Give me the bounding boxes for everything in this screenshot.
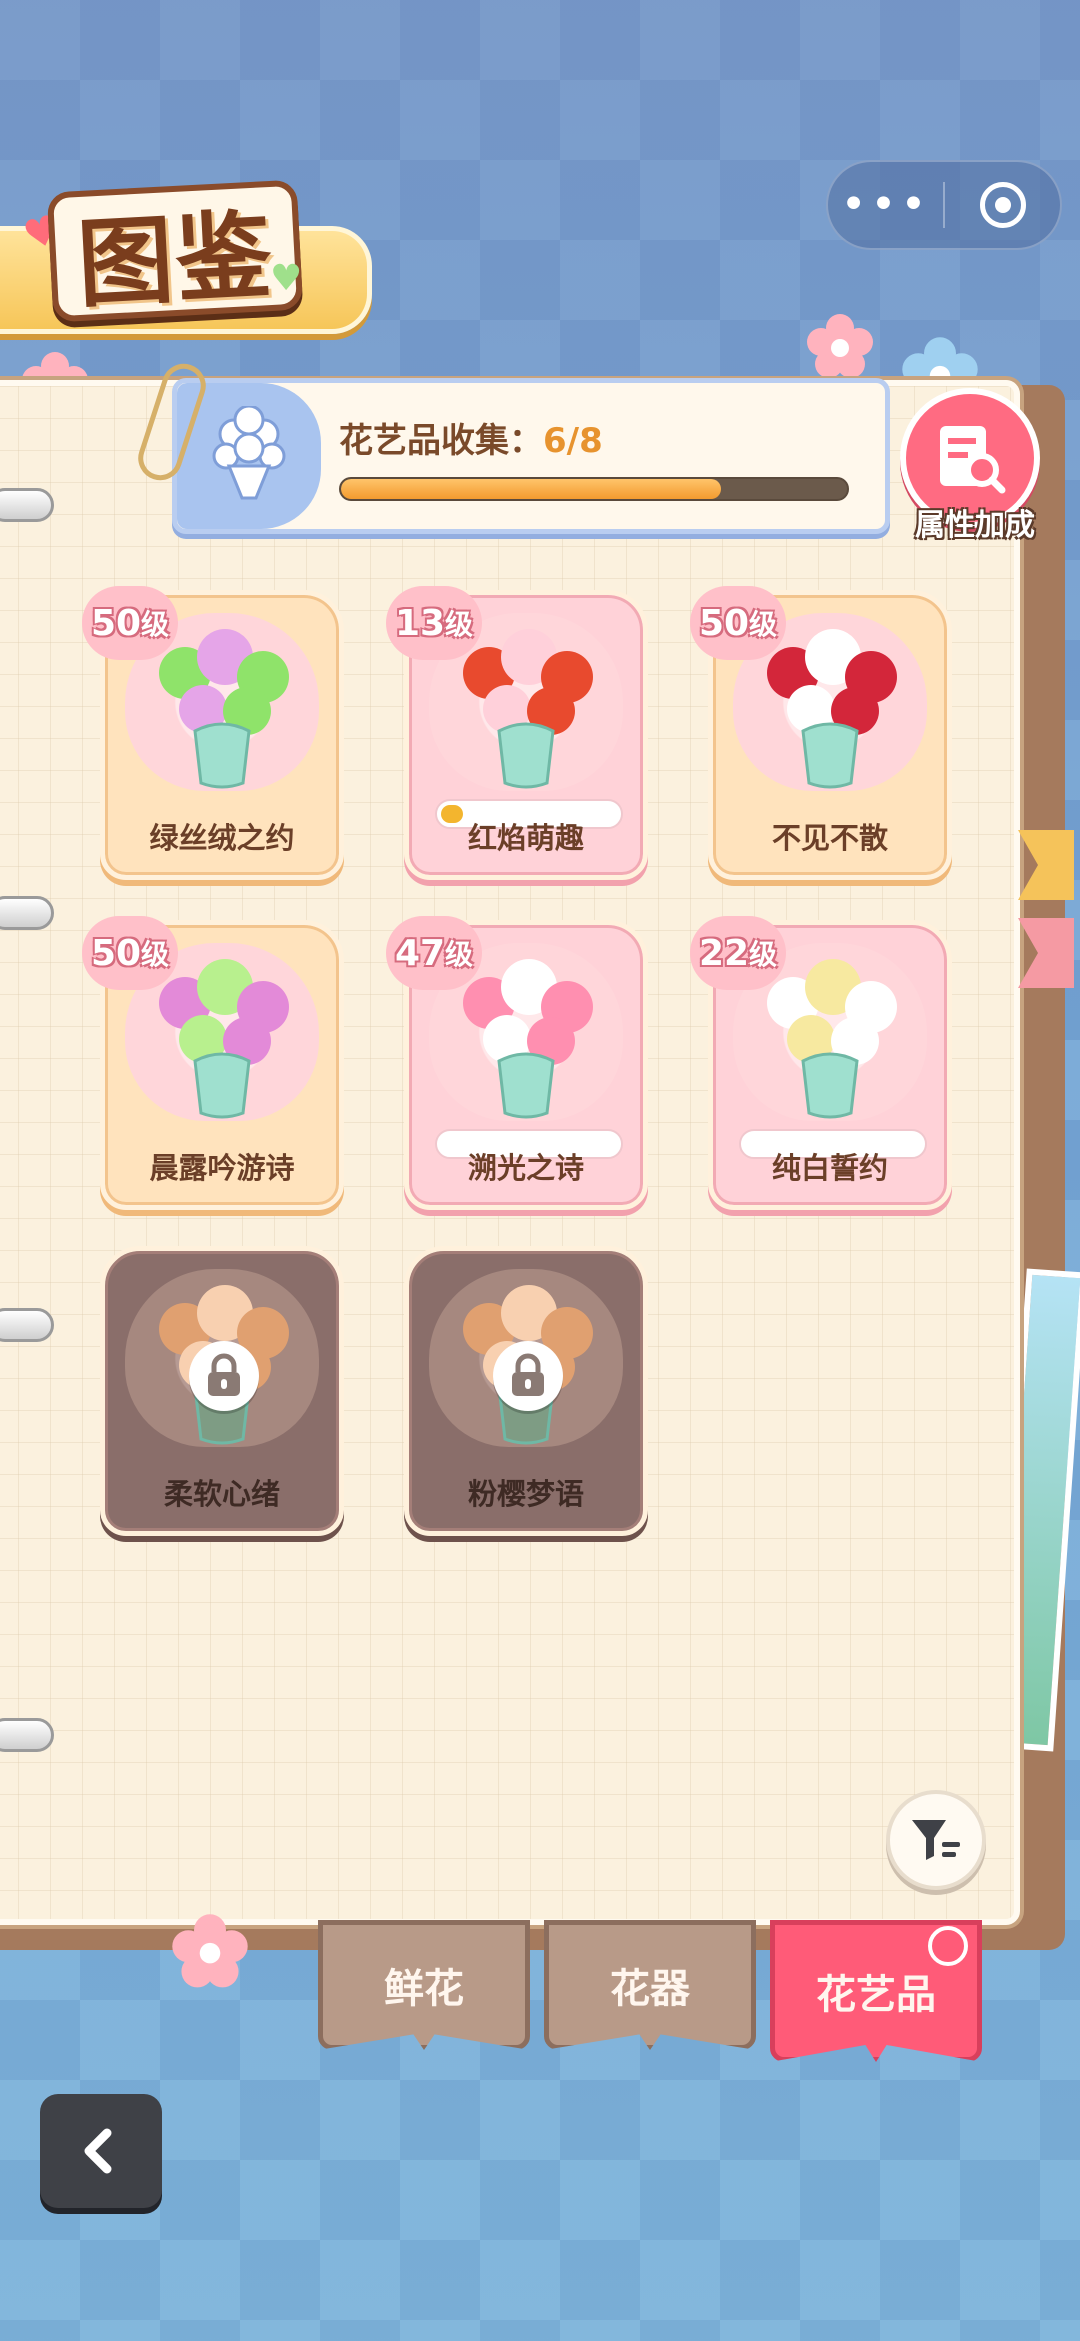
card-name: 粉樱梦语 (467, 1477, 584, 1511)
level-badge: 50 级 (82, 586, 178, 660)
side-tab-yellow (1018, 830, 1074, 900)
level-badge: 47 级 (386, 916, 482, 990)
collection-header: 花艺品收集：6/8 (172, 378, 890, 534)
lock-icon (189, 1341, 259, 1411)
side-tab-pink (1018, 918, 1074, 988)
card-name: 溯光之诗 (467, 1151, 584, 1185)
binder-ring (0, 1718, 54, 1752)
level-unit: 级 (749, 608, 778, 641)
more-dots-icon[interactable]: ••• (828, 183, 943, 227)
card-name: 纯白誓约 (771, 1151, 888, 1185)
binder-ring (0, 896, 54, 930)
tab-vases[interactable]: 花器 (544, 1920, 756, 2050)
filter-button[interactable] (886, 1790, 986, 1890)
notification-dot (928, 1926, 968, 1966)
collection-label: 花艺品收集：6/8 (339, 413, 603, 462)
level-number: 22 (698, 932, 750, 974)
binder-ring (0, 488, 54, 522)
level-badge: 50 级 (690, 586, 786, 660)
collection-count: 6/8 (543, 421, 603, 461)
tab-fresh-flowers[interactable]: 鲜花 (318, 1920, 530, 2050)
flower-art-card[interactable]: 粉樱梦语 (404, 1246, 648, 1536)
card-name: 柔软心绪 (163, 1477, 280, 1511)
flower-art-card[interactable]: 柔软心绪 (100, 1246, 344, 1536)
level-badge: 50 级 (82, 916, 178, 990)
binder-ring (0, 1308, 54, 1342)
heart-icon: ♥ (270, 258, 303, 299)
level-badge: 13 级 (386, 586, 482, 660)
flower-decoration-icon (807, 314, 873, 378)
level-number: 13 (394, 602, 446, 644)
level-unit: 级 (749, 938, 778, 971)
level-badge: 22 级 (690, 916, 786, 990)
document-search-icon (940, 426, 1006, 494)
back-arrow-icon (84, 2128, 112, 2174)
level-unit: 级 (445, 608, 474, 641)
level-number: 50 (90, 602, 142, 644)
filter-icon (912, 1820, 960, 1860)
card-name: 不见不散 (771, 821, 888, 855)
bouquet-icon (212, 406, 286, 500)
level-unit: 级 (141, 938, 170, 971)
flower-decoration-icon (172, 1914, 248, 1988)
target-icon (979, 182, 1026, 228)
collection-label-text: 花艺品收集： (339, 421, 543, 461)
card-name: 绿丝绒之约 (149, 821, 295, 855)
collection-progress-bar (339, 477, 849, 501)
page-title: 图鉴 (74, 197, 277, 321)
collection-progress-fill (341, 479, 721, 499)
level-number: 50 (90, 932, 142, 974)
level-number: 50 (698, 602, 750, 644)
mini-program-capsule: ••• (826, 160, 1062, 250)
card-name: 红焰萌趣 (467, 821, 584, 855)
back-button[interactable] (40, 2094, 162, 2208)
lock-icon (493, 1341, 563, 1411)
attribute-bonus-label: 属性加成 (915, 508, 1035, 543)
level-unit: 级 (445, 938, 474, 971)
card-name: 晨露吟游诗 (149, 1151, 295, 1185)
level-number: 47 (394, 932, 446, 974)
level-unit: 级 (141, 608, 170, 641)
close-target-button[interactable] (945, 182, 1060, 228)
title-plate: 图鉴 (46, 179, 304, 323)
